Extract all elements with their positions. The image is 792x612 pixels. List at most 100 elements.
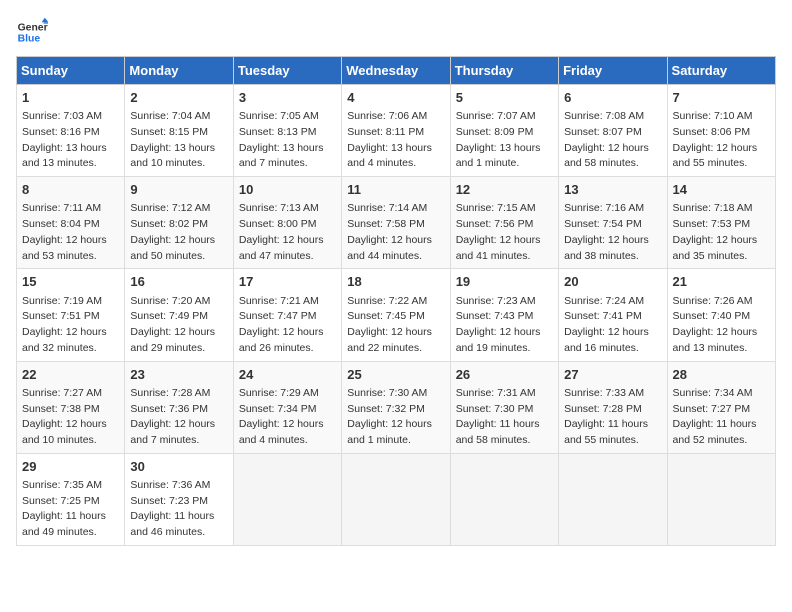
calendar-cell: 23 Sunrise: 7:28 AMSunset: 7:36 PMDayligh… [125, 361, 233, 453]
cell-info: Sunrise: 7:20 AMSunset: 7:49 PMDaylight:… [130, 294, 227, 357]
calendar-cell: 6Sunrise: 7:08 AMSunset: 8:07 PMDaylight… [559, 85, 667, 177]
week-row-4: 22 Sunrise: 7:27 AMSunset: 7:38 PMDayligh… [17, 361, 776, 453]
day-number: 11 [347, 181, 444, 199]
day-number: 28 [673, 366, 770, 384]
calendar-cell: 4 Sunrise: 7:06 AMSunset: 8:11 PMDaylight… [342, 85, 450, 177]
calendar-cell: 19Sunrise: 7:23 AMSunset: 7:43 PMDayligh… [450, 269, 558, 361]
day-number: 12 [456, 181, 553, 199]
calendar-cell: 12 Sunrise: 7:15 AMSunset: 7:56 PMDayligh… [450, 177, 558, 269]
calendar-cell: 29 Sunrise: 7:35 AMSunset: 7:25 PMDayligh… [17, 453, 125, 545]
day-number: 14 [673, 181, 770, 199]
calendar-cell: 26Sunrise: 7:31 AMSunset: 7:30 PMDayligh… [450, 361, 558, 453]
calendar-cell [233, 453, 341, 545]
day-number: 4 [347, 89, 444, 107]
day-number: 29 [22, 458, 119, 476]
day-number: 9 [130, 181, 227, 199]
calendar-cell: 8Sunrise: 7:11 AMSunset: 8:04 PMDaylight… [17, 177, 125, 269]
weekday-header-saturday: Saturday [667, 57, 775, 85]
svg-text:Blue: Blue [18, 34, 41, 45]
weekday-header-thursday: Thursday [450, 57, 558, 85]
cell-info: Sunrise: 7:34 AMSunset: 7:27 PMDaylight:… [673, 386, 770, 449]
calendar-cell: 11 Sunrise: 7:14 AMSunset: 7:58 PMDayligh… [342, 177, 450, 269]
calendar-cell: 17 Sunrise: 7:21 AMSunset: 7:47 PMDayligh… [233, 269, 341, 361]
cell-info: Sunrise: 7:26 AMSunset: 7:40 PMDaylight:… [673, 294, 770, 357]
calendar-cell [342, 453, 450, 545]
day-number: 7 [673, 89, 770, 107]
day-number: 27 [564, 366, 661, 384]
cell-info: Sunrise: 7:24 AMSunset: 7:41 PMDaylight:… [564, 294, 661, 357]
week-row-2: 8Sunrise: 7:11 AMSunset: 8:04 PMDaylight… [17, 177, 776, 269]
cell-info: Sunrise: 7:16 AMSunset: 7:54 PMDaylight:… [564, 201, 661, 264]
day-number: 18 [347, 273, 444, 291]
day-number: 25 [347, 366, 444, 384]
day-number: 23 [130, 366, 227, 384]
calendar-cell: 1 Sunrise: 7:03 AMSunset: 8:16 PMDaylight… [17, 85, 125, 177]
calendar-cell: 28 Sunrise: 7:34 AMSunset: 7:27 PMDayligh… [667, 361, 775, 453]
day-number: 26 [456, 366, 553, 384]
week-row-1: 1 Sunrise: 7:03 AMSunset: 8:16 PMDaylight… [17, 85, 776, 177]
day-number: 22 [22, 366, 119, 384]
weekday-header-wednesday: Wednesday [342, 57, 450, 85]
cell-info: Sunrise: 7:14 AMSunset: 7:58 PMDaylight:… [347, 201, 444, 264]
calendar-cell: 21 Sunrise: 7:26 AMSunset: 7:40 PMDayligh… [667, 269, 775, 361]
cell-info: Sunrise: 7:33 AMSunset: 7:28 PMDaylight:… [564, 386, 661, 449]
cell-info: Sunrise: 7:18 AMSunset: 7:53 PMDaylight:… [673, 201, 770, 264]
day-number: 2 [130, 89, 227, 107]
week-row-3: 15Sunrise: 7:19 AMSunset: 7:51 PMDayligh… [17, 269, 776, 361]
page-header: General Blue [16, 16, 776, 48]
cell-info: Sunrise: 7:10 AMSunset: 8:06 PMDaylight:… [673, 109, 770, 172]
day-number: 20 [564, 273, 661, 291]
calendar-cell [450, 453, 558, 545]
cell-info: Sunrise: 7:36 AMSunset: 7:23 PMDaylight:… [130, 478, 227, 541]
logo: General Blue [16, 16, 48, 48]
day-number: 1 [22, 89, 119, 107]
cell-info: Sunrise: 7:15 AMSunset: 7:56 PMDaylight:… [456, 201, 553, 264]
calendar-cell: 3Sunrise: 7:05 AMSunset: 8:13 PMDaylight… [233, 85, 341, 177]
cell-info: Sunrise: 7:04 AMSunset: 8:15 PMDaylight:… [130, 109, 227, 172]
calendar-table: SundayMondayTuesdayWednesdayThursdayFrid… [16, 56, 776, 546]
day-number: 10 [239, 181, 336, 199]
cell-info: Sunrise: 7:12 AMSunset: 8:02 PMDaylight:… [130, 201, 227, 264]
day-number: 17 [239, 273, 336, 291]
cell-info: Sunrise: 7:08 AMSunset: 8:07 PMDaylight:… [564, 109, 661, 172]
cell-info: Sunrise: 7:13 AMSunset: 8:00 PMDaylight:… [239, 201, 336, 264]
calendar-cell: 5Sunrise: 7:07 AMSunset: 8:09 PMDaylight… [450, 85, 558, 177]
day-number: 21 [673, 273, 770, 291]
cell-info: Sunrise: 7:27 AMSunset: 7:38 PMDaylight:… [22, 386, 119, 449]
calendar-cell: 18 Sunrise: 7:22 AMSunset: 7:45 PMDayligh… [342, 269, 450, 361]
day-number: 8 [22, 181, 119, 199]
cell-info: Sunrise: 7:03 AMSunset: 8:16 PMDaylight:… [22, 109, 119, 172]
svg-text:General: General [18, 22, 48, 33]
cell-info: Sunrise: 7:29 AMSunset: 7:34 PMDaylight:… [239, 386, 336, 449]
cell-info: Sunrise: 7:35 AMSunset: 7:25 PMDaylight:… [22, 478, 119, 541]
calendar-cell: 10 Sunrise: 7:13 AMSunset: 8:00 PMDayligh… [233, 177, 341, 269]
week-row-5: 29 Sunrise: 7:35 AMSunset: 7:25 PMDayligh… [17, 453, 776, 545]
day-number: 30 [130, 458, 227, 476]
calendar-cell: 15Sunrise: 7:19 AMSunset: 7:51 PMDayligh… [17, 269, 125, 361]
day-number: 24 [239, 366, 336, 384]
cell-info: Sunrise: 7:06 AMSunset: 8:11 PMDaylight:… [347, 109, 444, 172]
calendar-cell [559, 453, 667, 545]
cell-info: Sunrise: 7:23 AMSunset: 7:43 PMDaylight:… [456, 294, 553, 357]
day-number: 3 [239, 89, 336, 107]
weekday-header-sunday: Sunday [17, 57, 125, 85]
cell-info: Sunrise: 7:22 AMSunset: 7:45 PMDaylight:… [347, 294, 444, 357]
cell-info: Sunrise: 7:21 AMSunset: 7:47 PMDaylight:… [239, 294, 336, 357]
cell-info: Sunrise: 7:07 AMSunset: 8:09 PMDaylight:… [456, 109, 553, 172]
calendar-cell: 20 Sunrise: 7:24 AMSunset: 7:41 PMDayligh… [559, 269, 667, 361]
weekday-header-row: SundayMondayTuesdayWednesdayThursdayFrid… [17, 57, 776, 85]
weekday-header-tuesday: Tuesday [233, 57, 341, 85]
calendar-cell: 13 Sunrise: 7:16 AMSunset: 7:54 PMDayligh… [559, 177, 667, 269]
cell-info: Sunrise: 7:30 AMSunset: 7:32 PMDaylight:… [347, 386, 444, 449]
day-number: 15 [22, 273, 119, 291]
calendar-cell: 25 Sunrise: 7:30 AMSunset: 7:32 PMDayligh… [342, 361, 450, 453]
cell-info: Sunrise: 7:28 AMSunset: 7:36 PMDaylight:… [130, 386, 227, 449]
calendar-cell: 24 Sunrise: 7:29 AMSunset: 7:34 PMDayligh… [233, 361, 341, 453]
calendar-cell: 30 Sunrise: 7:36 AMSunset: 7:23 PMDayligh… [125, 453, 233, 545]
day-number: 13 [564, 181, 661, 199]
calendar-cell: 7 Sunrise: 7:10 AMSunset: 8:06 PMDaylight… [667, 85, 775, 177]
calendar-cell [667, 453, 775, 545]
day-number: 16 [130, 273, 227, 291]
logo-icon: General Blue [16, 16, 48, 48]
calendar-cell: 22 Sunrise: 7:27 AMSunset: 7:38 PMDayligh… [17, 361, 125, 453]
